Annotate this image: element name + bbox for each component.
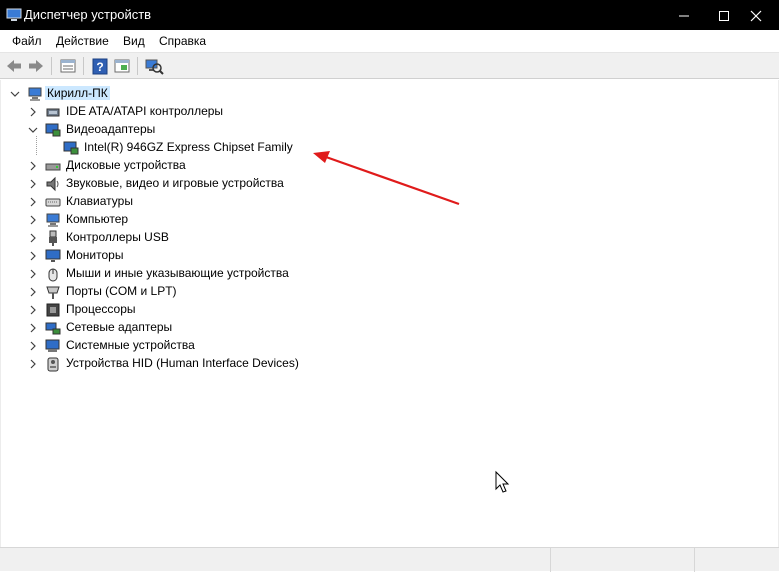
tree-category-ide[interactable]: IDE ATA/ATAPI контроллеры xyxy=(1,103,301,121)
menu-file[interactable]: Файл xyxy=(12,34,42,48)
tree-category-label: Порты (COM и LPT) xyxy=(66,284,177,298)
collapsed-chevron-icon[interactable] xyxy=(28,305,38,315)
maximize-icon xyxy=(719,10,729,21)
view-panel-icon xyxy=(114,59,130,73)
menu-view[interactable]: Вид xyxy=(123,34,145,48)
tree-category-label: Компьютер xyxy=(66,212,129,226)
tree-category-display-adapters[interactable]: Видеоадаптеры xyxy=(1,121,301,139)
device-tree: Кирилл-ПК IDE ATA/ATAPI контроллеры Виде… xyxy=(0,80,779,547)
collapsed-chevron-icon[interactable] xyxy=(28,197,38,207)
computer-icon xyxy=(46,213,60,227)
mouse-icon xyxy=(48,268,58,282)
tree-category-usb[interactable]: Контроллеры USB xyxy=(1,229,301,247)
port-icon xyxy=(46,286,60,299)
tree-category-sound[interactable]: Звуковые, видео и игровые устройства xyxy=(1,175,321,193)
tree-root-node[interactable]: Кирилл-ПК xyxy=(1,85,301,103)
toolbar-separator xyxy=(83,57,84,75)
menu-bar: Файл Действие Вид Справка xyxy=(0,30,779,52)
view-button[interactable] xyxy=(112,56,132,76)
collapsed-chevron-icon[interactable] xyxy=(28,107,38,117)
close-icon xyxy=(750,10,762,21)
scan-hardware-button[interactable] xyxy=(144,56,164,76)
usb-icon xyxy=(49,230,57,246)
tree-category-label: Сетевые адаптеры xyxy=(66,320,173,334)
tree-category-keyboards[interactable]: Клавиатуры xyxy=(1,193,301,211)
tree-category-mice[interactable]: Мыши и иные указывающие устройства xyxy=(1,265,321,283)
display-adapter-icon xyxy=(45,123,61,137)
status-bar xyxy=(0,547,779,572)
tree-category-label: Устройства HID (Human Interface Devices) xyxy=(66,356,299,370)
tree-category-label: Видеоадаптеры xyxy=(66,122,156,136)
tree-category-label: Мониторы xyxy=(66,248,124,262)
collapsed-chevron-icon[interactable] xyxy=(28,323,38,333)
tree-category-label: Системные устройства xyxy=(66,338,195,352)
tree-category-label: Процессоры xyxy=(66,302,136,316)
tree-category-label: Мыши и иные указывающие устройства xyxy=(66,266,289,280)
properties-button[interactable] xyxy=(58,56,78,76)
tree-category-disk-drives[interactable]: Дисковые устройства xyxy=(1,157,301,175)
properties-sheet-icon xyxy=(60,59,76,73)
tree-device-intel-graphics[interactable]: Intel(R) 946GZ Express Chipset Family xyxy=(1,139,321,157)
minimize-icon xyxy=(679,15,689,17)
help-icon: ? xyxy=(92,58,108,75)
collapsed-chevron-icon[interactable] xyxy=(28,251,38,261)
collapsed-chevron-icon[interactable] xyxy=(28,269,38,279)
tree-category-hid[interactable]: Устройства HID (Human Interface Devices) xyxy=(1,355,341,373)
tree-category-label: IDE ATA/ATAPI контроллеры xyxy=(66,104,224,118)
collapsed-chevron-icon[interactable] xyxy=(28,359,38,369)
collapsed-chevron-icon[interactable] xyxy=(28,287,38,297)
expanded-chevron-icon[interactable] xyxy=(10,89,20,99)
keyboard-icon xyxy=(45,198,61,207)
menu-help[interactable]: Справка xyxy=(159,34,206,48)
tree-category-label: Звуковые, видео и игровые устройства xyxy=(66,176,284,190)
status-divider xyxy=(694,548,695,572)
toolbar: ? xyxy=(0,52,779,79)
back-arrow-icon xyxy=(7,60,21,72)
tree-category-label: Дисковые устройства xyxy=(66,158,186,172)
tree-category-label: Контроллеры USB xyxy=(66,230,169,244)
ide-controller-icon xyxy=(46,108,60,117)
collapsed-chevron-icon[interactable] xyxy=(28,341,38,351)
tree-category-network[interactable]: Сетевые адаптеры xyxy=(1,319,301,337)
tree-category-ports[interactable]: Порты (COM и LPT) xyxy=(1,283,301,301)
tree-category-label: Клавиатуры xyxy=(66,194,133,208)
status-divider xyxy=(550,548,551,572)
display-adapter-icon xyxy=(63,141,79,155)
close-button[interactable] xyxy=(733,0,779,30)
collapsed-chevron-icon[interactable] xyxy=(28,215,38,225)
toolbar-separator xyxy=(137,57,138,75)
network-adapter-icon xyxy=(45,322,61,335)
collapsed-chevron-icon[interactable] xyxy=(28,233,38,243)
tree-category-processors[interactable]: Процессоры xyxy=(1,301,301,319)
toolbar-separator xyxy=(51,57,52,75)
tree-category-system-devices[interactable]: Системные устройства xyxy=(1,337,301,355)
menu-action[interactable]: Действие xyxy=(56,34,109,48)
processor-icon xyxy=(46,303,60,317)
expanded-chevron-icon[interactable] xyxy=(28,125,38,135)
help-button[interactable]: ? xyxy=(90,56,110,76)
window-title: Диспетчер устройств xyxy=(24,7,152,22)
svg-text:?: ? xyxy=(96,60,103,74)
collapsed-chevron-icon[interactable] xyxy=(28,179,38,189)
computer-icon xyxy=(28,87,42,101)
forward-arrow-icon xyxy=(29,60,43,72)
system-device-icon xyxy=(45,339,60,352)
tree-device-label: Intel(R) 946GZ Express Chipset Family xyxy=(84,140,293,154)
disk-drive-icon xyxy=(45,163,61,171)
back-button[interactable] xyxy=(4,56,24,76)
device-manager-app-icon xyxy=(6,8,22,21)
scan-hardware-icon xyxy=(145,59,164,75)
tree-root-label: Кирилл-ПК xyxy=(45,86,110,100)
speaker-icon xyxy=(46,176,59,192)
tree-category-monitors[interactable]: Мониторы xyxy=(1,247,301,265)
forward-button[interactable] xyxy=(26,56,46,76)
tree-category-computer[interactable]: Компьютер xyxy=(1,211,301,229)
monitor-icon xyxy=(45,249,61,262)
title-bar: Диспетчер устройств xyxy=(0,0,779,30)
collapsed-chevron-icon[interactable] xyxy=(28,161,38,171)
hid-icon xyxy=(47,357,59,372)
